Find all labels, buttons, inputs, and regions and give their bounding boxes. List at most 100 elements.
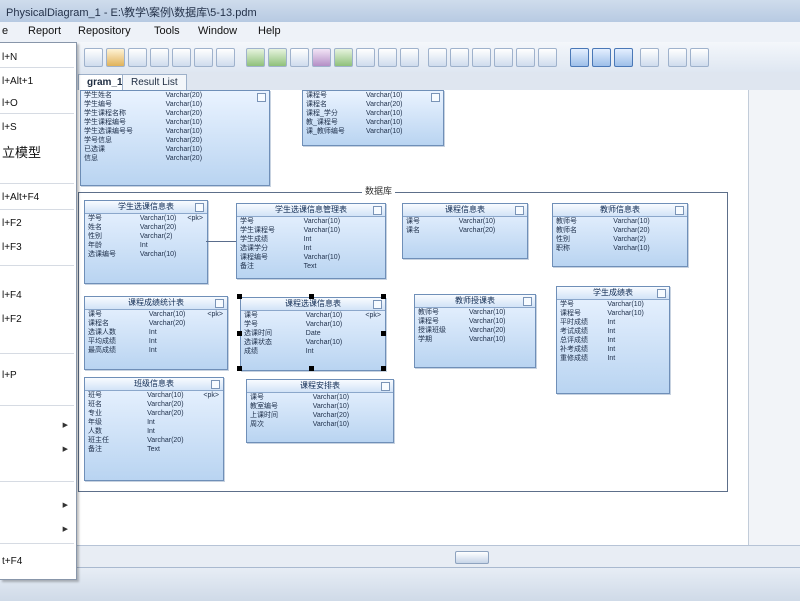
entity-table[interactable]: 教师信息表 教师号 Varchar(10) 教师名 Varchar(20) 性别 Varch… [552, 203, 688, 267]
table-icon[interactable] [246, 48, 265, 67]
copy-icon[interactable] [150, 48, 169, 67]
column-row: 周次 Varchar(10) [247, 420, 393, 429]
paste-icon[interactable] [172, 48, 191, 67]
link-icon[interactable] [290, 48, 309, 67]
menu-item[interactable]: l+F4 [0, 289, 76, 303]
selection-handle[interactable] [381, 294, 386, 299]
entity-table[interactable]: 班级信息表 班号 Varchar(10) <pk> 班名 Varchar(20) 专业 Var… [84, 377, 224, 481]
selection-handle[interactable] [237, 294, 242, 299]
submenu-arrow-icon: ▶ [62, 526, 68, 533]
menu-item[interactable]: l+N [0, 51, 76, 65]
column-name: 教师号 [418, 309, 439, 316]
menu-help[interactable]: Help [258, 25, 281, 37]
menu-file[interactable]: e [2, 25, 8, 37]
column-type: Varchar(10) [139, 251, 177, 258]
view-icon[interactable] [356, 48, 375, 67]
layout-icon[interactable] [668, 48, 687, 67]
file-icon[interactable] [400, 48, 419, 67]
zoom-out-icon[interactable] [592, 48, 611, 67]
scroll-thumb[interactable] [455, 551, 489, 564]
entity-table[interactable]: 学生姓名 Varchar(20) 学生编号 Varchar(10) 学生课程名称 Varc… [80, 90, 270, 186]
collapse-icon[interactable] [373, 206, 382, 215]
collapse-icon[interactable] [523, 297, 532, 306]
menu-item[interactable]: l+F3 [0, 241, 76, 255]
reference-line[interactable] [206, 241, 236, 242]
tab-result-list[interactable]: Result List [122, 74, 187, 90]
align-right-icon[interactable] [472, 48, 491, 67]
entity-title: 课程安排表 [247, 380, 393, 393]
menu-item[interactable]: l+F2 [0, 313, 76, 327]
procedure-icon[interactable] [312, 48, 331, 67]
align-center-icon[interactable] [450, 48, 469, 67]
column-name: 重修成绩 [560, 355, 588, 362]
menu-item[interactable]: t+F4 [0, 555, 76, 569]
menu-item[interactable]: l+Alt+F4 [0, 191, 76, 205]
package-icon[interactable] [378, 48, 397, 67]
save-icon[interactable] [84, 48, 103, 67]
collapse-icon[interactable] [195, 203, 204, 212]
entity-table[interactable]: 课程安排表 课号 Varchar(10) 教室编号 Varchar(10) 上课时间 Var… [246, 379, 394, 443]
refresh-icon[interactable] [690, 48, 709, 67]
horizontal-scrollbar[interactable] [0, 545, 800, 568]
collapse-icon[interactable] [257, 93, 266, 102]
selection-handle[interactable] [381, 331, 386, 336]
entity-table[interactable]: 教师授课表 教师号 Varchar(10) 课程号 Varchar(10) 授课班级 Var… [414, 294, 536, 368]
collapse-icon[interactable] [675, 206, 684, 215]
menu-tools[interactable]: Tools [154, 25, 180, 37]
align-left-icon[interactable] [428, 48, 447, 67]
collapse-icon[interactable] [431, 93, 440, 102]
column-row: 年龄 Int [85, 241, 207, 250]
entity-table[interactable]: 课程信息表 课号 Varchar(10) 课名 Varchar(20) [402, 203, 528, 259]
menu-item[interactable]: l+P [0, 369, 76, 383]
column-type: Varchar(10) [312, 403, 350, 410]
entity-table[interactable]: 课程选课信息表 课号 Varchar(10) <pk> 学号 Varchar(10) 选课时… [240, 297, 386, 371]
column-name: 选课状态 [244, 339, 272, 346]
collapse-icon[interactable] [373, 300, 382, 309]
column-name: 学生课程号 [240, 227, 275, 234]
entity-table[interactable]: 学生成绩表 学号 Varchar(10) 课程号 Varchar(10) 平时成绩 Int 考… [556, 286, 670, 394]
redo-icon[interactable] [216, 48, 235, 67]
menu-item[interactable]: l+O [0, 97, 76, 111]
align-top-icon[interactable] [494, 48, 513, 67]
menu-report[interactable]: Report [28, 25, 61, 37]
entity-table[interactable]: 学生选课信息表 学号 Varchar(10) <pk> 姓名 Varchar(20) 性别 V… [84, 200, 208, 284]
selection-handle[interactable] [237, 366, 242, 371]
column-name: 选课学分 [240, 245, 268, 252]
column-row: 性别 Varchar(2) [553, 235, 687, 244]
menu-item[interactable]: 立模型 [0, 143, 76, 163]
column-type: Int [148, 329, 157, 336]
collapse-icon[interactable] [381, 382, 390, 391]
selection-handle[interactable] [309, 294, 314, 299]
print-icon[interactable] [106, 48, 125, 67]
align-middle-icon[interactable] [538, 48, 557, 67]
grid-icon[interactable] [640, 48, 659, 67]
align-bottom-icon[interactable] [516, 48, 535, 67]
vertical-scrollbar[interactable] [748, 90, 800, 545]
entity-table[interactable]: 课程成绩统计表 课号 Varchar(10) <pk> 课程名 Varchar(20) 选课… [84, 296, 228, 370]
zoom-fit-icon[interactable] [614, 48, 633, 67]
collapse-icon[interactable] [211, 380, 220, 389]
collapse-icon[interactable] [515, 206, 524, 215]
menu-window[interactable]: Window [198, 25, 237, 37]
column-name: 总评成绩 [560, 337, 588, 344]
entity-table[interactable]: 学生选课信息管理表 学号 Varchar(10) 学生课程号 Varchar(10) 学生… [236, 203, 386, 279]
entity-table[interactable]: 课程号 Varchar(10) 课程名 Varchar(20) 课程_学分 Varchar… [302, 90, 444, 146]
status-bar [0, 567, 800, 601]
zoom-in-icon[interactable] [570, 48, 589, 67]
menu-item[interactable]: l+Alt+1 [0, 75, 76, 89]
reference-icon[interactable] [268, 48, 287, 67]
column-name: 性别 [88, 233, 102, 240]
column-row: 学生课程号 Varchar(10) [237, 226, 385, 235]
menu-item[interactable]: l+S [0, 121, 76, 135]
undo-icon[interactable] [194, 48, 213, 67]
menu-repository[interactable]: Repository [78, 25, 131, 37]
collapse-icon[interactable] [657, 289, 666, 298]
cut-icon[interactable] [128, 48, 147, 67]
column-type: Varchar(10) [305, 312, 343, 319]
selection-handle[interactable] [309, 366, 314, 371]
selection-handle[interactable] [381, 366, 386, 371]
selection-handle[interactable] [237, 331, 242, 336]
collapse-icon[interactable] [215, 299, 224, 308]
menu-item[interactable]: l+F2 [0, 217, 76, 231]
text-icon[interactable] [334, 48, 353, 67]
